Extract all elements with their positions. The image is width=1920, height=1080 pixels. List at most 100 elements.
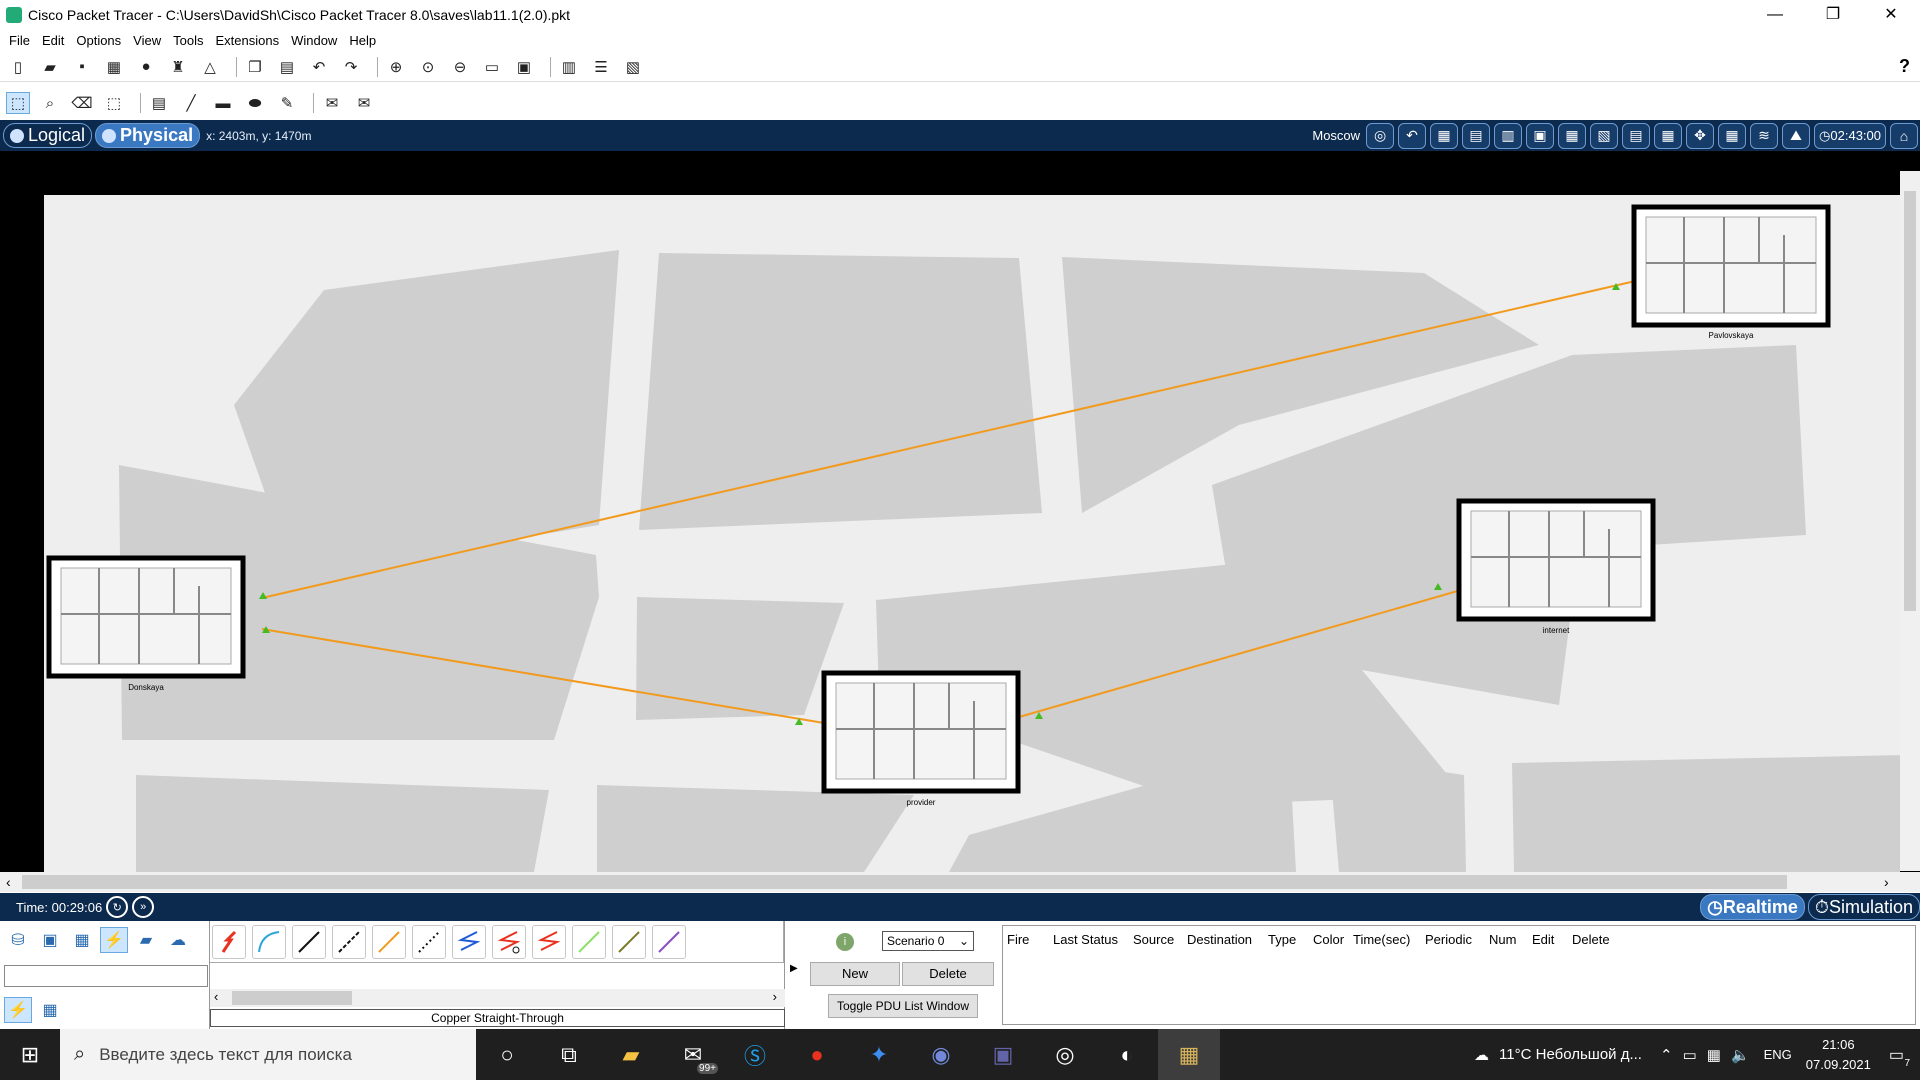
- mail-icon[interactable]: ✉ 99+: [662, 1029, 724, 1080]
- fast-forward-icon[interactable]: »: [132, 896, 155, 918]
- simulation-mode-button[interactable]: ⏱ Simulation: [1807, 894, 1920, 920]
- notes-icon[interactable]: ▥: [557, 56, 581, 78]
- obs-icon[interactable]: ◐: [1096, 1029, 1158, 1080]
- power-cycle-icon[interactable]: ↻: [106, 896, 129, 918]
- windows-start-icon[interactable]: ⊞: [0, 1042, 60, 1068]
- complex-pdu-icon[interactable]: ✉: [352, 92, 376, 114]
- rectangle-tool-icon[interactable]: ▬: [211, 92, 235, 114]
- select-tool-icon[interactable]: ⬚: [6, 92, 30, 114]
- connections-scrollbar[interactable]: ‹ ›: [210, 989, 785, 1007]
- task-view-icon[interactable]: ⧉: [538, 1029, 600, 1080]
- zoom-reset-icon[interactable]: ⊙: [416, 56, 440, 78]
- menu-tools[interactable]: Tools: [173, 33, 203, 48]
- inventory-icon[interactable]: ▤: [1622, 122, 1651, 149]
- taskbar-clock[interactable]: 21:06 07.09.2021: [1806, 1035, 1871, 1075]
- copper-cross-over-icon[interactable]: [332, 925, 366, 959]
- back-icon[interactable]: ↶: [1398, 122, 1427, 149]
- grid-icon[interactable]: ▦: [1654, 122, 1683, 149]
- connections-icon[interactable]: ⚡: [100, 927, 128, 953]
- console-cable-icon[interactable]: [252, 925, 286, 959]
- realtime-mode-button[interactable]: ◷ Realtime: [1700, 894, 1805, 920]
- notification-icon[interactable]: ▭ 7: [1889, 1045, 1910, 1069]
- cortana-icon[interactable]: ○: [476, 1029, 538, 1080]
- simple-pdu-icon[interactable]: ✉: [320, 92, 344, 114]
- octal-cable-icon[interactable]: [572, 925, 606, 959]
- ellipse-tool-icon[interactable]: ⬬: [243, 92, 267, 114]
- new-closet-icon[interactable]: ▥: [1494, 122, 1523, 149]
- tray-chevron-up-icon[interactable]: ⌃: [1660, 1046, 1673, 1064]
- image-icon[interactable]: ▧: [621, 56, 645, 78]
- new-cabinet-icon[interactable]: ▧: [1590, 122, 1619, 149]
- wireless-icon[interactable]: ≋: [1750, 122, 1779, 149]
- menu-help[interactable]: Help: [349, 33, 376, 48]
- bluetooth-app-icon[interactable]: ✦: [848, 1029, 910, 1080]
- iot-custom-cable-icon[interactable]: [612, 925, 646, 959]
- inspect-tool-icon[interactable]: ⌕: [38, 92, 62, 114]
- activity-wizard-icon[interactable]: △: [198, 56, 222, 78]
- scroll-left-arrow-icon[interactable]: ‹: [6, 872, 11, 892]
- custom-device-icon[interactable]: ▣: [512, 56, 536, 78]
- components-icon[interactable]: ▦: [68, 927, 96, 953]
- building-internet[interactable]: [1456, 498, 1656, 622]
- automatic-cable-icon[interactable]: [212, 925, 246, 959]
- device-search-input[interactable]: [4, 965, 208, 987]
- weather-icon[interactable]: ☁: [1474, 1046, 1489, 1064]
- logical-view-button[interactable]: Logical: [3, 123, 93, 148]
- usb-cable-icon[interactable]: [652, 925, 686, 959]
- resize-tool-icon[interactable]: ⬚: [102, 92, 126, 114]
- network-devices-icon[interactable]: ⛁: [4, 927, 32, 953]
- end-devices-icon[interactable]: ▣: [36, 927, 64, 953]
- phone-cable-icon[interactable]: [412, 925, 446, 959]
- zoom-out-icon[interactable]: ⊖: [448, 56, 472, 78]
- undo-icon[interactable]: ↶: [307, 56, 331, 78]
- new-file-icon[interactable]: ▯: [6, 56, 30, 78]
- menu-options[interactable]: Options: [76, 33, 121, 48]
- building-donskaya[interactable]: [46, 555, 246, 679]
- server-icon[interactable]: ☰: [589, 56, 613, 78]
- drawing-palette-icon[interactable]: ▭: [480, 56, 504, 78]
- home-icon[interactable]: ⌂: [1890, 122, 1918, 149]
- horizontal-scroll-thumb[interactable]: [22, 875, 1787, 889]
- scroll-right-arrow-icon[interactable]: ›: [1884, 872, 1889, 892]
- physical-workspace[interactable]: Pavlovskaya Donskaya internet provider: [0, 151, 1920, 872]
- line-tool-icon[interactable]: ╱: [179, 92, 203, 114]
- connections-subtype-icon[interactable]: ⚡: [4, 997, 32, 1023]
- delete-scenario-button[interactable]: Delete: [902, 962, 994, 986]
- battery-icon[interactable]: ▭: [1683, 1046, 1697, 1064]
- grid-subtype-icon[interactable]: ▦: [36, 997, 64, 1023]
- teams-icon[interactable]: ▣: [972, 1029, 1034, 1080]
- new-city-icon[interactable]: ▦: [1430, 122, 1459, 149]
- new-building-icon[interactable]: ▤: [1462, 122, 1491, 149]
- new-rack-icon[interactable]: ▣: [1526, 122, 1555, 149]
- network-icon[interactable]: ▦: [1707, 1046, 1721, 1064]
- redo-icon[interactable]: ↷: [339, 56, 363, 78]
- navigation-icon[interactable]: ◎: [1366, 122, 1395, 149]
- menu-extensions[interactable]: Extensions: [215, 33, 279, 48]
- help-icon[interactable]: ?: [1899, 56, 1910, 77]
- freeform-tool-icon[interactable]: ✎: [275, 92, 299, 114]
- menu-edit[interactable]: Edit: [42, 33, 64, 48]
- minimize-button[interactable]: —: [1746, 0, 1804, 30]
- expand-arrow-icon[interactable]: ▶: [790, 963, 798, 974]
- copy-icon[interactable]: ❐: [243, 56, 267, 78]
- background-icon[interactable]: ⛰: [1782, 122, 1811, 149]
- horizontal-scrollbar[interactable]: ‹ ›: [0, 872, 1920, 892]
- building-pavlovskaya[interactable]: [1631, 204, 1831, 328]
- menu-window[interactable]: Window: [291, 33, 337, 48]
- new-table-icon[interactable]: ▦: [1558, 122, 1587, 149]
- misc-icon[interactable]: ▰: [132, 927, 160, 953]
- network-wizard-icon[interactable]: ♜: [166, 56, 190, 78]
- serial-dce-icon[interactable]: [492, 925, 526, 959]
- yandex-browser-icon[interactable]: ●: [786, 1029, 848, 1080]
- taskbar-search-input[interactable]: ⌕ Введите здесь текст для поиска: [60, 1029, 476, 1080]
- menu-file[interactable]: File: [9, 33, 30, 48]
- packet-tracer-taskbar-icon[interactable]: ▦: [1158, 1029, 1220, 1080]
- windows-icon[interactable]: ▦: [1718, 122, 1747, 149]
- language-indicator[interactable]: ENG: [1764, 1047, 1792, 1062]
- info-icon[interactable]: ●: [134, 56, 158, 78]
- weather-text[interactable]: 11°C Небольшой д...: [1499, 1046, 1642, 1063]
- steam-icon[interactable]: ◎: [1034, 1029, 1096, 1080]
- move-icon[interactable]: ✥: [1686, 122, 1715, 149]
- paste-icon[interactable]: ▤: [275, 56, 299, 78]
- restore-button[interactable]: ❐: [1804, 0, 1862, 30]
